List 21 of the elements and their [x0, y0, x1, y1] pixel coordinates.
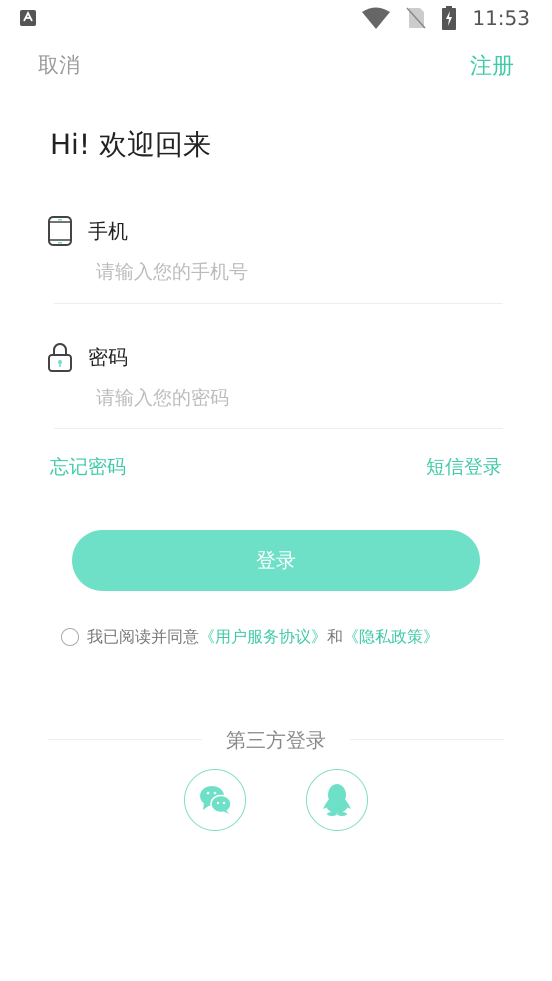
register-button[interactable]: 注册: [470, 50, 514, 82]
status-time: 11:53: [472, 5, 530, 32]
agreement-link[interactable]: 《用户服务协议》: [199, 626, 327, 646]
chat-icon: [199, 783, 231, 816]
agreement-text: 我已阅读并同意《用户服务协议》和《隐私政策》: [87, 626, 439, 648]
forgot-password-link[interactable]: 忘记密码: [50, 453, 126, 482]
cancel-button[interactable]: 取消: [38, 50, 80, 82]
wifi-icon: [362, 7, 390, 29]
agreement-link[interactable]: 《隐私政策》: [343, 626, 439, 646]
no-sim-icon: [406, 7, 426, 29]
keyboard-icon: [20, 10, 36, 26]
sms-login-link[interactable]: 短信登录: [426, 453, 502, 482]
battery-charging-icon: [442, 6, 456, 30]
agree-radio[interactable]: [61, 628, 79, 646]
phone-icon: [48, 216, 72, 246]
greeting-title: Hi! 欢迎回来: [50, 127, 212, 163]
field-label: 手机: [88, 218, 128, 245]
penguin-icon: [323, 783, 351, 816]
lock-icon: [48, 342, 72, 372]
field-label: 密码: [88, 344, 128, 370]
third-party-title: 第三方登录: [226, 726, 326, 754]
